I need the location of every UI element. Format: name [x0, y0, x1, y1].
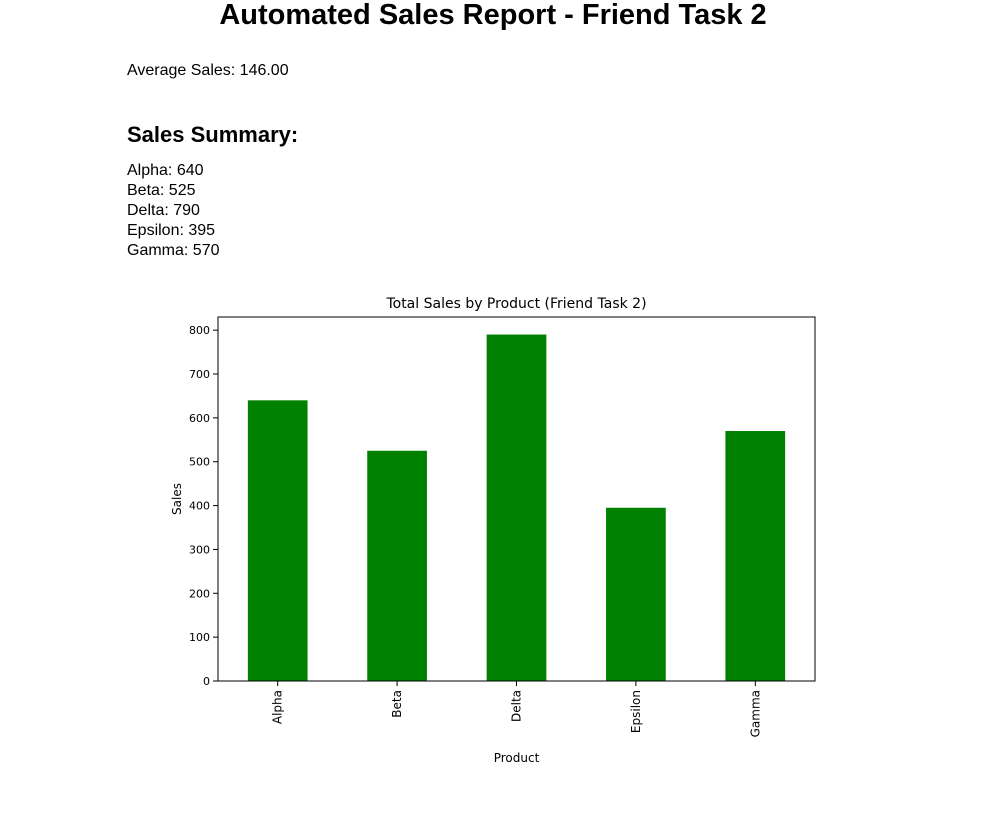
bar-gamma	[725, 431, 786, 681]
x-axis: Alpha Beta Delta Epsilon Gamma	[271, 681, 762, 737]
bar-epsilon	[606, 507, 666, 681]
y-tick-label: 400	[189, 500, 210, 513]
y-tick-label: 300	[189, 543, 210, 556]
chart-title: Total Sales by Product (Friend Task 2)	[385, 296, 646, 312]
sales-chart-container: Total Sales by Product (Friend Task 2) 0…	[0, 0, 982, 826]
y-axis-label: Sales	[170, 483, 184, 515]
x-axis-label: Product	[494, 751, 540, 765]
bar-beta	[367, 450, 427, 681]
y-tick-label: 600	[189, 412, 210, 425]
y-axis: 0 100 200 300 400 500 600 700 800	[189, 324, 218, 688]
y-tick-label: 200	[189, 587, 210, 600]
y-tick-label: 0	[203, 675, 210, 688]
bars	[247, 334, 786, 681]
y-tick-label: 100	[189, 631, 210, 644]
bar-alpha	[247, 400, 308, 681]
y-tick-label: 800	[189, 324, 210, 337]
sales-bar-chart: Total Sales by Product (Friend Task 2) 0…	[170, 296, 816, 765]
x-tick-label: Alpha	[271, 690, 285, 724]
x-tick-label: Epsilon	[629, 690, 643, 733]
bar-delta	[486, 334, 547, 681]
y-tick-label: 700	[189, 368, 210, 381]
x-tick-label: Gamma	[748, 690, 762, 737]
y-tick-label: 500	[189, 456, 210, 469]
x-tick-label: Delta	[510, 690, 524, 722]
x-tick-label: Beta	[390, 690, 404, 718]
